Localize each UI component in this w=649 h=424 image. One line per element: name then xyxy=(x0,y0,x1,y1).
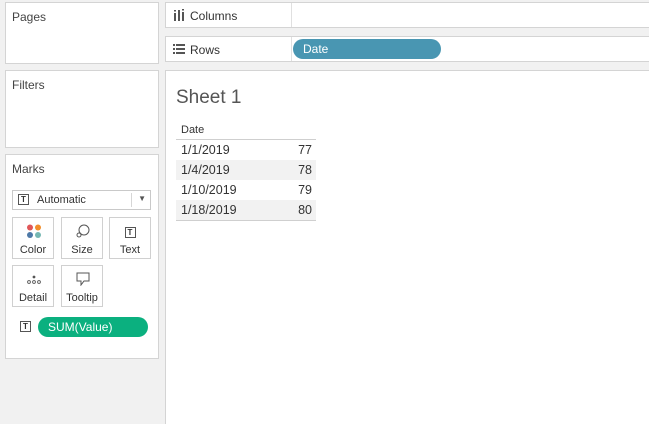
value-cell[interactable]: 79 xyxy=(298,180,312,200)
columns-shelf[interactable]: Columns xyxy=(165,2,649,28)
rows-icon xyxy=(173,44,185,54)
marks-card: Marks T Automatic ▼ Color Size T Text De… xyxy=(5,154,159,359)
mark-type-dropdown[interactable]: T Automatic ▼ xyxy=(12,190,151,210)
tooltip-label: Tooltip xyxy=(66,292,98,304)
date-column-header[interactable]: Date xyxy=(176,123,316,140)
detail-icon xyxy=(27,275,41,284)
table-row[interactable]: 1/4/2019 78 xyxy=(176,160,316,180)
tooltip-button[interactable]: Tooltip xyxy=(61,265,103,307)
color-icon xyxy=(27,224,41,238)
table-row[interactable]: 1/10/2019 79 xyxy=(176,180,316,200)
filters-title: Filters xyxy=(12,78,45,92)
pages-card[interactable]: Pages xyxy=(5,2,159,64)
columns-icon xyxy=(174,9,184,21)
text-mark-icon: T xyxy=(18,194,29,205)
value-cell[interactable]: 78 xyxy=(298,160,312,180)
marks-field-row: T SUM(Value) xyxy=(12,317,154,337)
value-cell[interactable]: 80 xyxy=(298,200,312,220)
dropdown-divider xyxy=(131,193,132,207)
color-button[interactable]: Color xyxy=(12,217,54,259)
detail-label: Detail xyxy=(18,292,48,304)
value-cell[interactable]: 77 xyxy=(298,140,312,160)
color-label: Color xyxy=(19,244,47,256)
shelf-divider xyxy=(291,37,292,61)
filters-card[interactable]: Filters xyxy=(5,70,159,148)
table-row[interactable]: 1/18/2019 80 xyxy=(176,200,316,220)
sheet-title[interactable]: Sheet 1 xyxy=(176,87,242,109)
rows-label: Rows xyxy=(190,43,221,57)
pages-title: Pages xyxy=(12,10,47,24)
text-encoding-icon[interactable]: T xyxy=(20,321,31,332)
date-cell[interactable]: 1/18/2019 xyxy=(181,200,237,220)
date-cell[interactable]: 1/10/2019 xyxy=(181,180,237,200)
table-bottom-border xyxy=(176,220,316,221)
size-label: Size xyxy=(71,244,93,256)
columns-label: Columns xyxy=(190,9,238,23)
mark-type-label: Automatic xyxy=(37,194,86,206)
text-label: Text xyxy=(119,244,141,256)
text-button[interactable]: T Text xyxy=(109,217,151,259)
view-table: Date 1/1/2019 77 1/4/2019 78 1/10/2019 7… xyxy=(176,123,316,221)
shelf-divider xyxy=(291,3,292,27)
size-button[interactable]: Size xyxy=(61,217,103,259)
size-icon xyxy=(76,224,90,238)
sum-value-pill[interactable]: SUM(Value) xyxy=(38,317,148,337)
date-cell[interactable]: 1/1/2019 xyxy=(181,140,230,160)
marks-title: Marks xyxy=(12,162,45,176)
rows-shelf[interactable]: Rows Date xyxy=(165,36,649,62)
tooltip-icon xyxy=(76,272,90,286)
detail-button[interactable]: Detail xyxy=(12,265,54,307)
text-icon: T xyxy=(110,224,150,238)
date-pill[interactable]: Date xyxy=(293,39,441,59)
date-cell[interactable]: 1/4/2019 xyxy=(181,160,230,180)
view-canvas[interactable]: Sheet 1 Date 1/1/2019 77 1/4/2019 78 1/1… xyxy=(165,70,649,424)
table-row[interactable]: 1/1/2019 77 xyxy=(176,140,316,160)
chevron-down-icon[interactable]: ▼ xyxy=(138,194,146,203)
